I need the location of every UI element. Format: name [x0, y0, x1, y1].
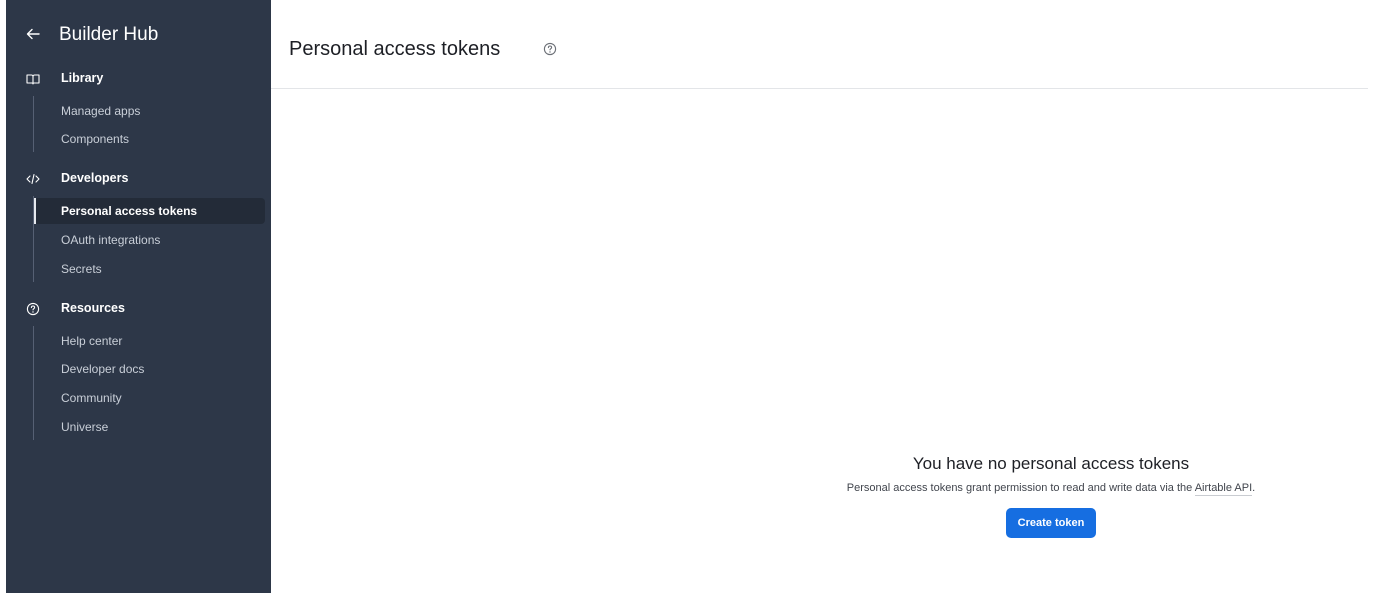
sidebar-item-label: Help center — [61, 334, 123, 348]
section-library: Library — [6, 68, 271, 92]
sidebar-title: Builder Hub — [59, 24, 159, 45]
sidebar-item-label: Universe — [61, 420, 109, 434]
empty-state-description: Personal access tokens grant permission … — [771, 482, 1331, 496]
airtable-api-link[interactable]: Airtable API — [1194, 482, 1253, 496]
sidebar-item-label: Community — [61, 391, 122, 405]
section-developers: Developers — [6, 168, 271, 192]
page-title: Personal access tokens — [289, 38, 501, 60]
sidebar-item-components[interactable]: Components — [6, 126, 271, 152]
book-icon — [26, 74, 40, 85]
section-title-resources: Resources — [61, 301, 125, 315]
back-arrow-icon[interactable] — [25, 26, 41, 42]
help-circle-icon — [26, 302, 40, 316]
sidebar-item-personal-access-tokens[interactable]: Personal access tokens — [6, 198, 271, 224]
main-header: Personal access tokens — [271, 0, 1368, 89]
sidebar-item-label: OAuth integrations — [61, 233, 161, 247]
sidebar-item-label: Personal access tokens — [61, 204, 198, 218]
empty-state-title: You have no personal access tokens — [912, 454, 1190, 473]
sidebar-item-label: Secrets — [61, 262, 102, 276]
help-circle-icon[interactable] — [543, 42, 557, 56]
sidebar-item-oauth-integrations[interactable]: OAuth integrations — [6, 227, 271, 253]
sidebar-item-label: Components — [61, 132, 130, 146]
empty-state-description-text: Personal access tokens grant permission … — [846, 482, 1193, 494]
active-indicator — [34, 198, 36, 224]
sidebar: Builder Hub Library Managed apps Compone… — [6, 0, 271, 593]
sidebar-item-label: Developer docs — [61, 362, 145, 376]
empty-state: You have no personal access tokens Perso… — [771, 450, 1331, 538]
sidebar-item-community[interactable]: Community — [6, 385, 271, 411]
create-token-button[interactable]: Create token — [1005, 508, 1097, 538]
section-title-library: Library — [61, 71, 104, 85]
sidebar-item-managed-apps[interactable]: Managed apps — [6, 98, 271, 124]
sidebar-item-developer-docs[interactable]: Developer docs — [6, 356, 271, 382]
sidebar-item-universe[interactable]: Universe — [6, 414, 271, 440]
sidebar-item-secrets[interactable]: Secrets — [6, 256, 271, 282]
sidebar-item-label: Managed apps — [61, 104, 141, 118]
empty-state-description-end: . — [1252, 482, 1256, 494]
sidebar-item-help-center[interactable]: Help center — [6, 328, 271, 354]
sidebar-header: Builder Hub — [6, 24, 271, 52]
code-icon — [26, 173, 40, 185]
section-title-developers: Developers — [61, 171, 129, 185]
section-resources: Resources — [6, 298, 271, 322]
